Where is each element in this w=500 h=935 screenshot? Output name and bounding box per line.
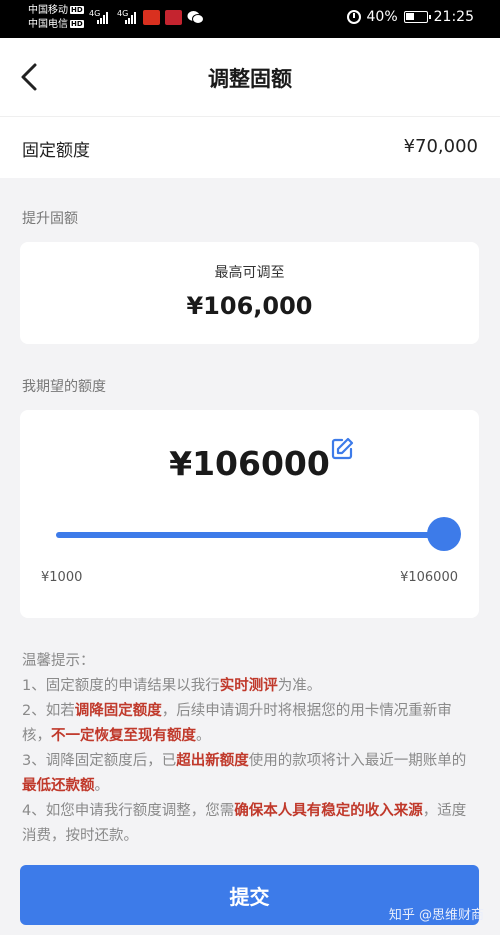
battery-icon bbox=[403, 11, 431, 23]
status-right: 40% 21:25 bbox=[346, 9, 474, 25]
wechat-icon bbox=[187, 11, 204, 24]
tip-text: 4、如您申请我行额度调整，您需 bbox=[22, 803, 235, 819]
tip-text: 。 bbox=[94, 778, 110, 794]
nav-bar: 调整固额 bbox=[0, 38, 500, 116]
tip-highlight: 最低还款额 bbox=[22, 778, 95, 794]
slider-max-label: ¥106000 bbox=[400, 570, 458, 585]
slider-min-label: ¥1000 bbox=[41, 570, 83, 585]
desired-section-label: 我期望的额度 bbox=[22, 379, 106, 395]
tip-text: 2、如若 bbox=[22, 703, 75, 719]
fixed-limit-row: 固定额度 ¥70,000 bbox=[0, 116, 500, 178]
tip-highlight: 不一定恢复至现有额度 bbox=[51, 728, 196, 744]
limit-slider-track[interactable] bbox=[56, 532, 444, 538]
tip-highlight: 调降固定额度 bbox=[74, 703, 162, 719]
app-notification-icon bbox=[143, 10, 160, 25]
tip-text: 1、固定额度的申请结果以我行 bbox=[22, 678, 220, 694]
fixed-limit-value: ¥70,000 bbox=[403, 136, 478, 157]
tip-text: 使用的款项将计入最近一期账单的 bbox=[248, 753, 467, 769]
flower-app-icon bbox=[165, 10, 182, 25]
tip-highlight: 实时测评 bbox=[219, 678, 278, 694]
tip-text: 。 bbox=[196, 728, 211, 744]
max-limit-value: ¥106,000 bbox=[186, 292, 313, 320]
carrier-info: 中国移动 HD 中国电信 HD bbox=[28, 4, 84, 32]
alarm-icon bbox=[346, 10, 361, 24]
edit-icon[interactable] bbox=[329, 436, 355, 462]
battery-percent: 40% bbox=[366, 9, 398, 25]
limit-slider-fill bbox=[56, 532, 444, 538]
carrier-2: 中国电信 bbox=[28, 19, 68, 30]
status-bar: 中国移动 HD 中国电信 HD 4G 4G 40% 21:25 bbox=[0, 0, 500, 38]
limit-slider-handle[interactable] bbox=[427, 517, 461, 551]
tip-item-4: 4、如您申请我行额度调整，您需确保本人具有稳定的收入来源，适度消费，按时还款。 bbox=[22, 799, 472, 849]
hd-badge: HD bbox=[70, 6, 84, 14]
fixed-limit-label: 固定额度 bbox=[22, 141, 90, 161]
desired-limit-card: ¥106000 ¥1000 ¥106000 bbox=[20, 410, 479, 618]
tip-item-2: 2、如若调降固定额度，后续申请调升时将根据您的用卡情况重新审核，不一定恢复至现有… bbox=[22, 699, 472, 749]
tips-text: 温馨提示： 1、固定额度的申请结果以我行实时测评为准。 2、如若调降固定额度，后… bbox=[22, 649, 472, 849]
tip-highlight: 确保本人具有稳定的收入来源 bbox=[234, 803, 423, 819]
carrier-1: 中国移动 bbox=[28, 5, 68, 16]
max-limit-card: 最高可调至 ¥106,000 bbox=[20, 242, 479, 344]
max-limit-label: 最高可调至 bbox=[214, 265, 285, 281]
hd-badge: HD bbox=[70, 20, 84, 28]
tips-title: 温馨提示： bbox=[22, 653, 95, 669]
tip-text: 3、调降固定额度后，已 bbox=[22, 753, 177, 769]
tip-item-3: 3、调降固定额度后，已超出新额度使用的款项将计入最近一期账单的最低还款额。 bbox=[22, 749, 472, 799]
tip-highlight: 超出新额度 bbox=[176, 753, 249, 769]
notification-icons bbox=[143, 10, 204, 25]
raise-section-label: 提升固额 bbox=[22, 211, 78, 227]
clock-time: 21:25 bbox=[433, 9, 474, 25]
watermark: 知乎 @思维财商 bbox=[388, 908, 484, 923]
tip-item-1: 1、固定额度的申请结果以我行实时测评为准。 bbox=[22, 674, 472, 699]
signal-icon bbox=[125, 12, 136, 24]
page-title: 调整固额 bbox=[208, 67, 292, 91]
desired-limit-value: ¥106000 bbox=[169, 444, 330, 483]
tip-text: 为准。 bbox=[277, 678, 322, 694]
signal-icon bbox=[97, 12, 108, 24]
